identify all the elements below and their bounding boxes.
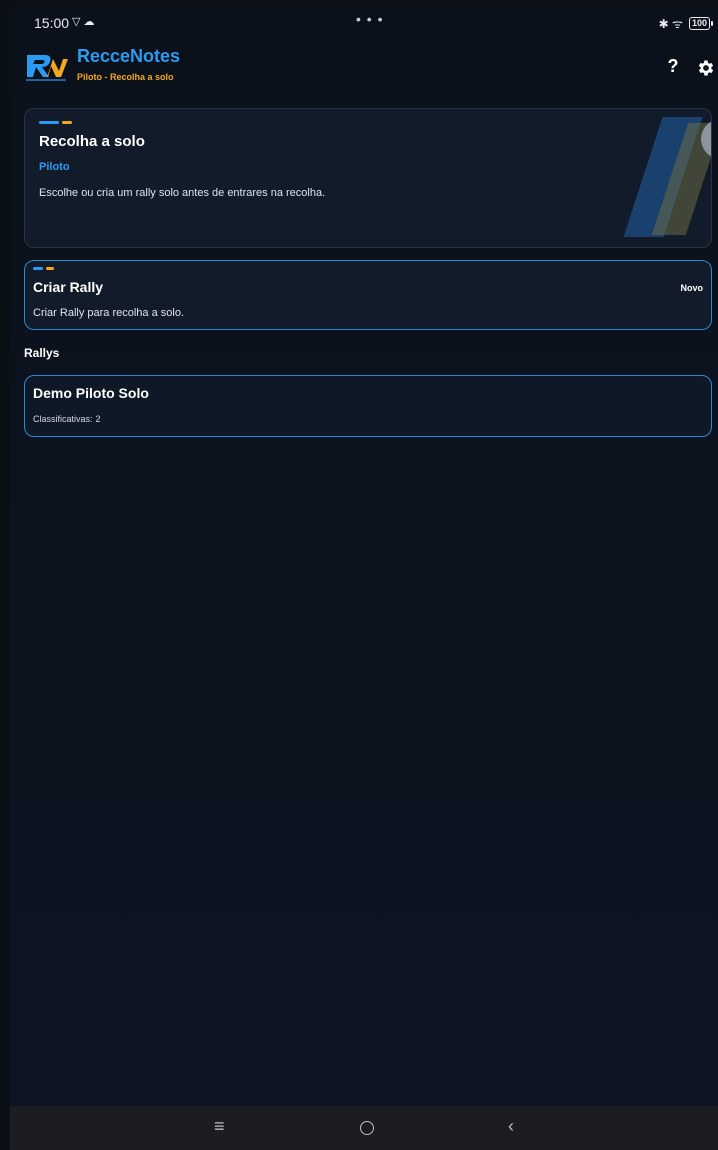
status-right-group: ✱ ᯤ 100 xyxy=(658,15,714,32)
create-rally-title: Criar Rally xyxy=(33,279,104,295)
rally-name: Demo Piloto Solo xyxy=(33,385,149,401)
stages-count: 2 xyxy=(95,414,101,424)
gear-icon[interactable] xyxy=(696,58,716,78)
more-dots-icon[interactable]: • • • xyxy=(356,11,383,27)
app-screen: 15:00 ▽ ☁ • • • ✱ ᯤ 100 RecceNotes Pilot… xyxy=(10,6,718,1106)
solo-collection-card: Recolha a solo Piloto Escolhe ou cria um… xyxy=(24,108,712,248)
accent-bar xyxy=(39,121,72,124)
stages-label: Classificativas: xyxy=(33,414,93,424)
reccenotes-logo xyxy=(26,55,68,81)
back-chevron-icon[interactable]: ‹ xyxy=(508,1116,514,1137)
status-time: 15:00 xyxy=(34,15,70,31)
page-subtitle: Piloto - Recolha a solo xyxy=(77,72,174,82)
system-nav-bar: ≡ ‹ xyxy=(10,1106,718,1150)
rally-list-item[interactable]: Demo Piloto Solo Classificativas: 2 xyxy=(24,375,712,437)
card-description: Escolhe ou cria um rally solo antes de e… xyxy=(39,187,326,199)
app-header: RecceNotes Piloto - Recolha a solo ? xyxy=(10,36,718,92)
home-circle-icon[interactable] xyxy=(360,1121,374,1135)
new-badge: Novo xyxy=(680,283,704,293)
status-bar: 15:00 ▽ ☁ • • • ✱ ᯤ 100 xyxy=(10,6,718,36)
help-button[interactable]: ? xyxy=(666,56,680,77)
card-title: Recolha a solo xyxy=(39,133,145,150)
role-label: Piloto xyxy=(39,161,70,173)
create-rally-button[interactable]: Criar Rally Novo Criar Rally para recolh… xyxy=(24,260,712,330)
accent-bar xyxy=(33,267,54,270)
battery-icon: 100 xyxy=(688,17,714,30)
recents-menu-icon[interactable]: ≡ xyxy=(214,1116,225,1137)
app-title: RecceNotes xyxy=(77,46,181,66)
rallies-section-title: Rallys xyxy=(24,346,60,360)
notification-icons: ▽ ☁ xyxy=(72,16,95,28)
rally-stages-info: Classificativas: 2 xyxy=(33,414,101,424)
create-rally-description: Criar Rally para recolha a solo. xyxy=(33,307,185,319)
bluetooth-wifi-icons: ✱ ᯤ xyxy=(658,17,683,31)
